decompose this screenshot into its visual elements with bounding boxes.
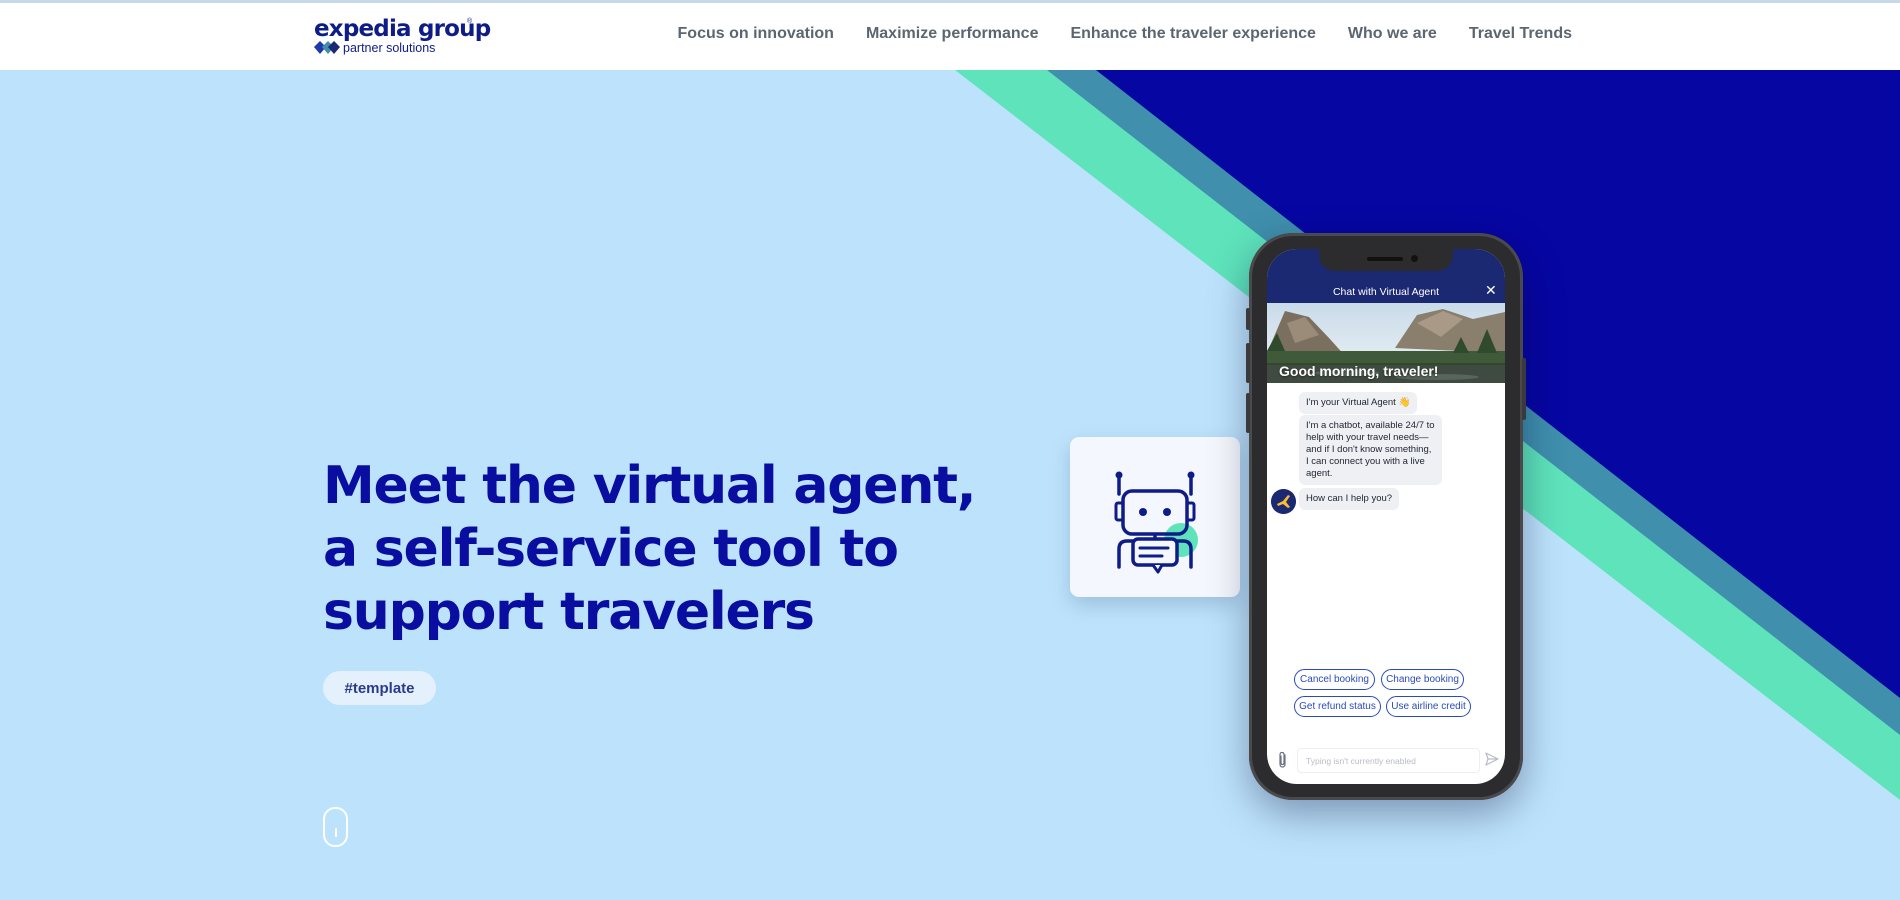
phone-mute-switch	[1246, 308, 1250, 330]
logo-mark-icon	[314, 41, 340, 54]
expedia-group-logo[interactable]: expedia group ® partner solutions	[314, 16, 491, 56]
logo-trademark: ®	[467, 18, 473, 25]
robot-card	[1070, 437, 1240, 597]
nav-focus-on-innovation[interactable]: Focus on innovation	[678, 25, 834, 43]
headline-line-1: Meet the virtual agent,	[323, 456, 977, 516]
robot-icon	[1114, 471, 1198, 574]
phone-notch	[1319, 249, 1453, 271]
chat-message-2: I'm a chatbot, available 24/7 to help wi…	[1299, 415, 1442, 485]
agent-avatar-icon	[1271, 489, 1296, 514]
logo-subtitle: partner solutions	[343, 41, 436, 55]
chip-use-airline-credit[interactable]: Use airline credit	[1386, 696, 1471, 717]
phone-volume-up	[1246, 343, 1250, 383]
chat-message-1: I'm your Virtual Agent 👋	[1299, 392, 1418, 414]
chip-change-booking[interactable]: Change booking	[1381, 669, 1464, 690]
logo-wordmark: expedia group	[314, 16, 491, 42]
headline-line-2: a self-service tool to	[323, 519, 899, 579]
chip-get-refund-status[interactable]: Get refund status	[1294, 696, 1381, 717]
scroll-down-indicator[interactable]	[323, 807, 348, 847]
chat-message-input[interactable]	[1297, 748, 1480, 773]
scroll-wheel-icon	[335, 828, 337, 837]
chat-close-icon[interactable]: ✕	[1485, 283, 1497, 297]
nav-travel-trends[interactable]: Travel Trends	[1469, 25, 1572, 43]
phone-speaker	[1367, 257, 1403, 261]
nav-maximize-performance[interactable]: Maximize performance	[866, 25, 1039, 43]
site-header: expedia group ® partner solutions Focus …	[0, 0, 1900, 70]
chat-message-3: How can I help you?	[1299, 488, 1400, 510]
chat-screen: Chat with Virtual Agent ✕ Good morning, …	[1267, 249, 1505, 784]
phone-camera	[1411, 255, 1418, 262]
paperclip-icon[interactable]	[1276, 751, 1290, 769]
phone-volume-down	[1246, 393, 1250, 433]
nav-enhance-traveler-experience[interactable]: Enhance the traveler experience	[1070, 25, 1315, 43]
phone-power-button	[1522, 358, 1526, 420]
top-border	[0, 0, 1900, 3]
chip-cancel-booking[interactable]: Cancel booking	[1294, 669, 1375, 690]
headline-line-3: support travelers	[323, 582, 815, 642]
chat-title: Chat with Virtual Agent	[1332, 286, 1440, 298]
template-tag[interactable]: #template	[323, 671, 436, 705]
nav-who-we-are[interactable]: Who we are	[1348, 25, 1437, 43]
chat-input-row	[1267, 743, 1505, 784]
chat-greeting: Good morning, traveler!	[1279, 363, 1439, 379]
hero-section: Meet the virtual agent, a self-service t…	[0, 70, 1900, 900]
phone-mockup: Chat with Virtual Agent ✕ Good morning, …	[1246, 233, 1526, 800]
hero-headline: Meet the virtual agent, a self-service t…	[323, 455, 977, 644]
main-nav: Focus on innovation Maximize performance…	[678, 25, 1572, 43]
send-icon[interactable]	[1485, 752, 1499, 766]
